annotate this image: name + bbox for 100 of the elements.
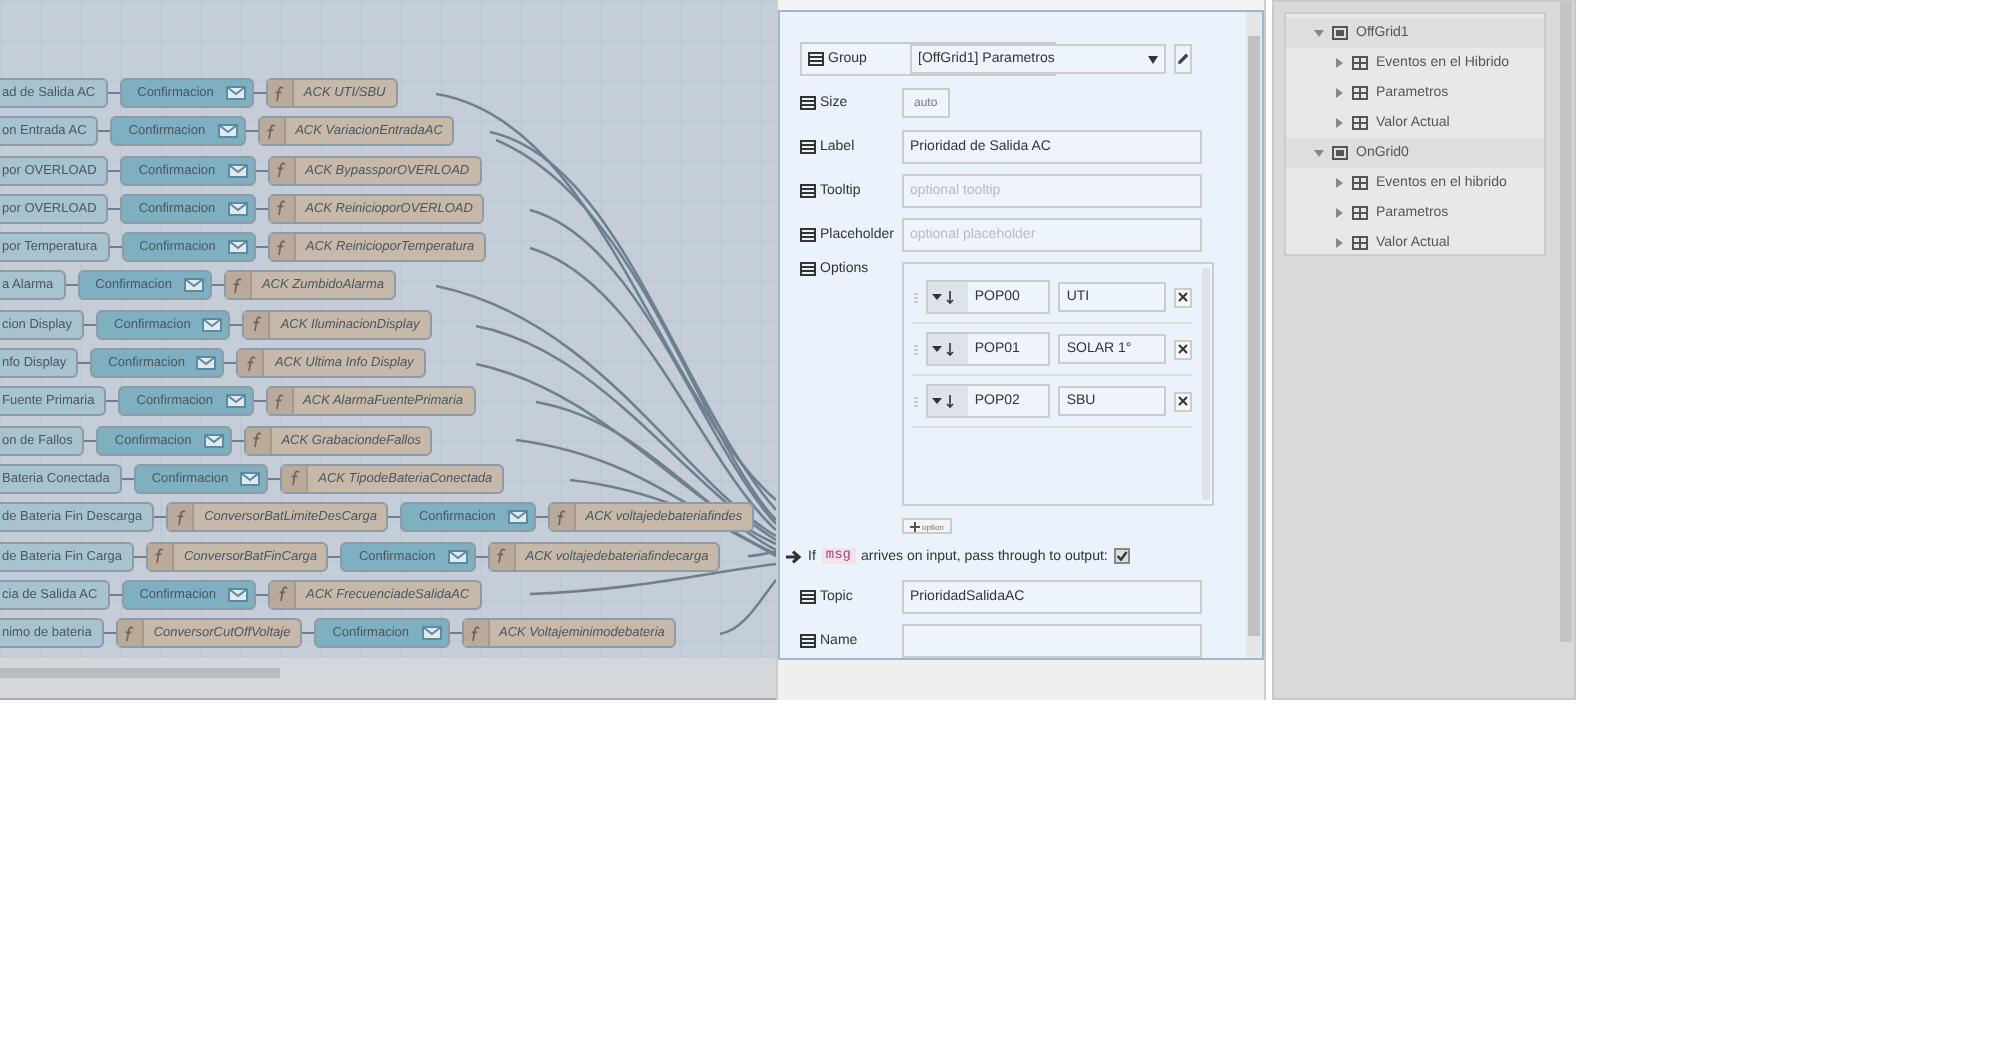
wire-segment xyxy=(328,555,341,558)
wire-segment xyxy=(231,439,244,442)
wire-segment xyxy=(109,246,122,249)
drag-handle-icon[interactable] xyxy=(912,291,919,303)
function-icon xyxy=(276,239,287,256)
wire-segment xyxy=(107,92,120,94)
function-icon xyxy=(276,162,287,179)
wire-segment xyxy=(255,246,268,249)
envelope-icon xyxy=(240,471,261,486)
field-icon xyxy=(800,184,816,198)
function-icon xyxy=(245,355,256,372)
wire-segment xyxy=(535,516,548,519)
function-icon xyxy=(251,316,262,333)
delete-button[interactable] xyxy=(1174,287,1192,307)
delete-button[interactable] xyxy=(1174,339,1192,359)
wire-segment xyxy=(98,130,111,133)
function-icon xyxy=(124,625,135,642)
wire-segment xyxy=(230,323,243,326)
wire-segment xyxy=(154,516,167,519)
text-field[interactable] xyxy=(902,624,1202,658)
delete-button[interactable] xyxy=(1174,391,1192,411)
function-icon xyxy=(154,548,165,565)
field-icon xyxy=(808,52,824,66)
function-icon xyxy=(289,470,300,487)
envelope-icon xyxy=(217,124,238,139)
envelope-icon xyxy=(196,356,217,371)
wire-segment xyxy=(106,400,119,403)
arrow-right-icon xyxy=(786,549,802,564)
function-icon xyxy=(266,123,277,140)
group-icon xyxy=(1332,146,1348,160)
close-icon xyxy=(1178,292,1189,302)
wire-segment xyxy=(65,284,78,287)
edit-button[interactable] xyxy=(1174,44,1192,74)
plus-icon xyxy=(910,521,920,531)
field-icon xyxy=(800,96,816,110)
wire-segment xyxy=(211,284,224,287)
field-icon xyxy=(800,140,816,154)
function-icon xyxy=(496,548,507,565)
wire-segment xyxy=(121,477,134,480)
wire-segment xyxy=(253,92,266,94)
close-icon xyxy=(1178,344,1189,354)
function-icon xyxy=(175,509,186,526)
envelope-icon xyxy=(225,86,246,100)
wire-segment xyxy=(475,555,488,558)
wire-segment xyxy=(109,593,122,596)
wire-segment xyxy=(449,632,462,635)
function-icon xyxy=(274,393,285,410)
field-icon xyxy=(800,262,816,276)
drag-handle-icon[interactable] xyxy=(912,395,919,407)
table-icon xyxy=(1352,206,1368,220)
field-icon xyxy=(800,634,816,648)
caret-icon xyxy=(1148,55,1158,63)
group-icon xyxy=(1332,26,1348,40)
function-icon xyxy=(232,277,243,294)
scrollbar-thumb[interactable] xyxy=(1248,36,1260,636)
wire-segment xyxy=(388,516,401,519)
pencil-icon xyxy=(1176,52,1190,66)
wire-segment xyxy=(245,130,258,133)
function-icon xyxy=(556,509,567,526)
field-icon xyxy=(800,228,816,242)
wire-segment xyxy=(103,632,116,635)
wire-segment xyxy=(108,207,121,210)
envelope-icon xyxy=(227,240,248,255)
envelope-icon xyxy=(447,549,468,564)
envelope-icon xyxy=(227,163,248,178)
wire-segment xyxy=(224,362,237,365)
table-icon xyxy=(1352,176,1368,190)
wire-segment xyxy=(255,207,268,210)
envelope-icon xyxy=(227,201,248,216)
wire-segment xyxy=(84,323,97,326)
table-icon xyxy=(1352,116,1368,130)
wire-segment xyxy=(268,477,281,480)
checkbox[interactable] xyxy=(1113,548,1130,565)
function-icon xyxy=(252,432,263,449)
function-icon xyxy=(274,85,285,101)
close-icon xyxy=(1178,396,1189,406)
wire-segment xyxy=(84,439,97,442)
wire-segment xyxy=(253,400,266,403)
table-icon xyxy=(1352,86,1368,100)
field-icon xyxy=(800,590,816,604)
envelope-icon xyxy=(183,278,204,293)
function-icon xyxy=(470,625,481,642)
function-icon xyxy=(277,586,287,603)
drag-handle-icon[interactable] xyxy=(912,343,919,355)
wire-segment xyxy=(133,555,146,558)
function-icon xyxy=(276,200,287,217)
envelope-icon xyxy=(421,626,442,641)
wire-segment xyxy=(302,632,315,635)
envelope-icon xyxy=(203,433,224,448)
wire-segment xyxy=(255,169,268,172)
envelope-icon xyxy=(225,394,246,409)
wire-segment xyxy=(108,169,121,172)
envelope-icon xyxy=(202,317,223,332)
table-icon xyxy=(1352,236,1368,250)
wire-segment xyxy=(78,362,91,365)
table-icon xyxy=(1352,56,1368,70)
scrollbar-thumb[interactable] xyxy=(0,668,280,678)
wire-segment xyxy=(256,593,268,596)
envelope-icon xyxy=(228,587,248,602)
envelope-icon xyxy=(507,510,528,525)
